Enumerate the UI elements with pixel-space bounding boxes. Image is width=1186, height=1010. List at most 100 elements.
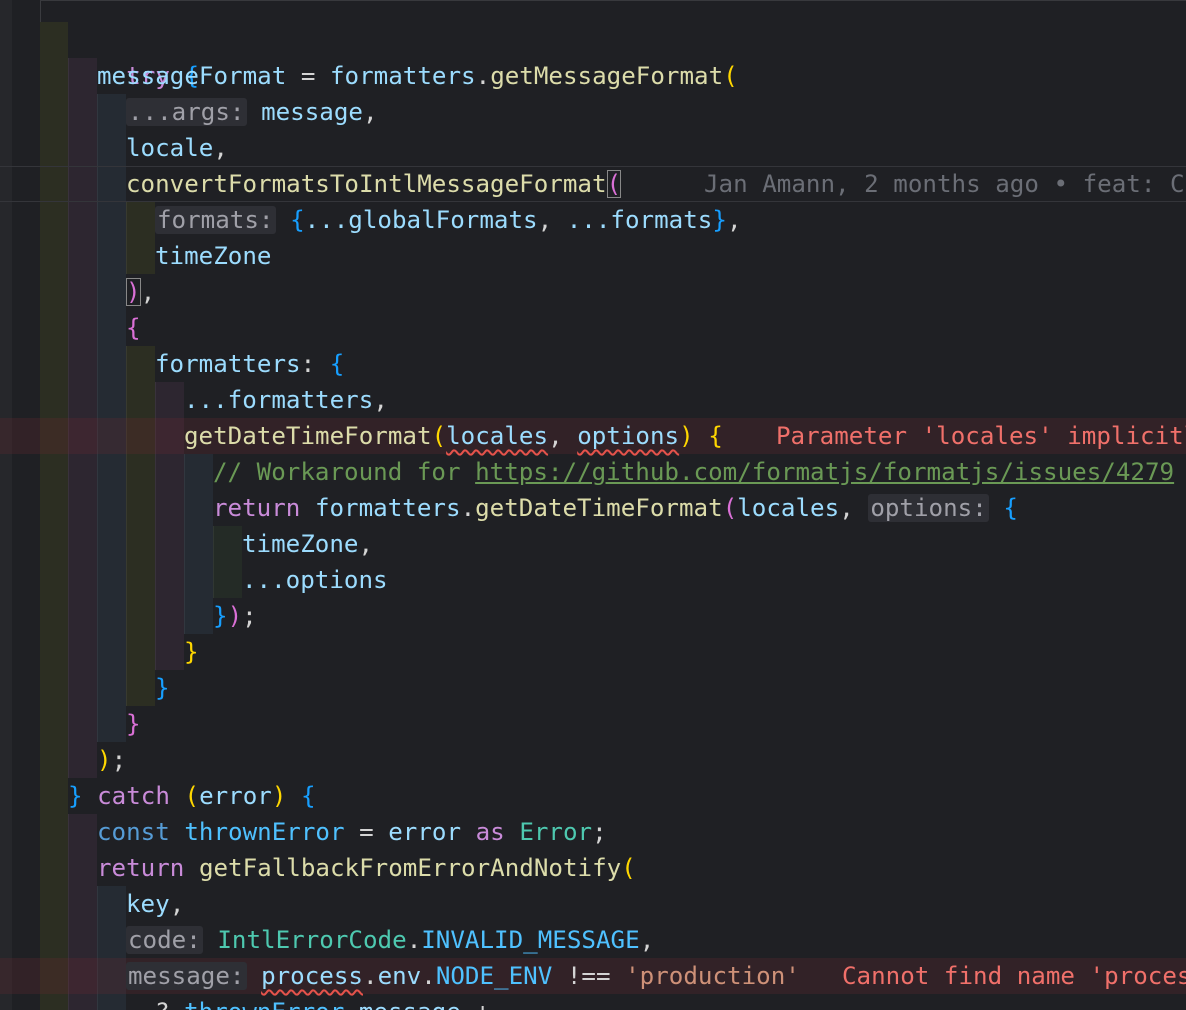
bracket: ( <box>606 170 622 198</box>
bracket: ( <box>431 422 447 450</box>
error-lens-message[interactable]: Cannot find name 'proces <box>842 958 1186 994</box>
code-line[interactable]: timeZone <box>155 238 272 274</box>
punctuation: , <box>169 890 185 918</box>
bracket: { <box>126 314 141 342</box>
code-line[interactable]: } <box>126 706 141 742</box>
constant: NODE_ENV <box>435 962 553 990</box>
code-line[interactable]: // Workaround for https://github.com/for… <box>213 454 1174 490</box>
bracket: ( <box>722 494 738 522</box>
punctuation: . <box>363 962 378 990</box>
code-line[interactable]: formats: {...globalFormats, ...formats}, <box>155 202 742 238</box>
punctuation: , <box>839 494 869 522</box>
constant: INVALID_MESSAGE <box>421 926 640 954</box>
bracket: { <box>301 782 316 810</box>
code-line[interactable]: } <box>155 670 170 706</box>
operator: ? <box>155 998 184 1010</box>
bracket: ) <box>126 278 141 306</box>
keyword: const <box>97 818 170 846</box>
punctuation: . <box>421 962 436 990</box>
code-line[interactable]: ...options <box>242 562 388 598</box>
bracket: } <box>126 710 141 738</box>
identifier: env <box>377 962 422 990</box>
code-line[interactable]: messageFormat = formatters.getMessageFor… <box>97 58 738 94</box>
keyword: return <box>213 494 301 522</box>
identifier: ...globalFormats <box>304 206 538 234</box>
identifier: ...formats <box>566 206 713 234</box>
code-line[interactable]: ...formatters, <box>184 382 388 418</box>
identifier: locale <box>126 134 214 162</box>
inlay-hint: options: <box>868 494 989 522</box>
operator: !== <box>552 962 626 990</box>
code-line[interactable]: } catch (error) { <box>68 778 316 814</box>
bracket: ) <box>271 782 287 810</box>
code-line[interactable]: return formatters.getDateTimeFormat(loca… <box>213 490 1018 526</box>
punctuation: , <box>373 386 388 414</box>
function-name: getDateTimeFormat <box>475 494 723 522</box>
comment: // Workaround for <box>213 458 476 486</box>
bracket: { <box>708 422 723 450</box>
string-literal: 'production' <box>625 962 800 990</box>
punctuation: ; <box>111 746 127 774</box>
identifier: formatters <box>314 494 461 522</box>
bracket: { <box>1003 494 1018 522</box>
code-line[interactable]: message: process.env.NODE_ENV !== 'produ… <box>126 958 800 994</box>
code-line[interactable]: { <box>126 310 141 346</box>
operator: = <box>344 818 389 846</box>
inlay-hint: ...args: <box>126 98 247 126</box>
punctuation: ; <box>242 602 257 630</box>
code-line[interactable]: ? thrownError.message + <box>155 994 490 1010</box>
identifier: key <box>126 890 170 918</box>
bracket: } <box>68 782 83 810</box>
punctuation: , <box>726 206 742 234</box>
code-line[interactable]: ), <box>126 274 155 310</box>
code-line[interactable]: }); <box>213 598 257 634</box>
editor-top-border <box>40 0 1186 1</box>
code-line[interactable]: return getFallbackFromErrorAndNotify( <box>97 850 636 886</box>
type-name: Error <box>519 818 593 846</box>
code-line[interactable]: timeZone, <box>242 526 373 562</box>
keyword: return <box>97 854 185 882</box>
identifier: formatters <box>330 62 476 90</box>
property: formatters <box>155 350 301 378</box>
identifier: timeZone <box>242 530 359 558</box>
code-line[interactable]: ); <box>97 742 126 778</box>
function-name: getFallbackFromErrorAndNotify <box>198 854 622 882</box>
bracket: } <box>712 206 727 234</box>
code-line[interactable]: formatters: { <box>155 346 344 382</box>
inlay-hint: code: <box>126 926 203 954</box>
comment-link[interactable]: https://github.com/formatjs/formatjs/iss… <box>475 458 1174 486</box>
indent-guide <box>213 526 242 598</box>
bracket: } <box>213 602 228 630</box>
bracket: { <box>290 206 305 234</box>
code-line[interactable]: getDateTimeFormat(locales, options) { <box>184 418 723 454</box>
code-editor[interactable]: try { messageFormat = formatters.getMess… <box>0 0 1186 1010</box>
indent-guide <box>126 346 155 706</box>
identifier: process <box>261 962 363 990</box>
code-line[interactable]: locale, <box>126 130 228 166</box>
identifier: thrownError <box>184 998 344 1010</box>
error-lens-message[interactable]: Parameter 'locales' implicitl <box>776 418 1186 454</box>
inlay-hint: message: <box>126 962 247 990</box>
punctuation: ; <box>592 818 607 846</box>
git-blame-annotation[interactable]: Jan Amann, 2 months ago • feat: Ca <box>704 166 1186 202</box>
keyword: as <box>475 818 505 846</box>
code-line[interactable]: convertFormatsToIntlMessageFormat( <box>126 166 622 202</box>
bracket: } <box>155 674 170 702</box>
identifier: message <box>261 98 363 126</box>
bracket: ( <box>723 62 738 90</box>
identifier: timeZone <box>155 242 272 270</box>
punctuation: : <box>300 350 330 378</box>
code-line[interactable]: code: IntlErrorCode.INVALID_MESSAGE, <box>126 922 654 958</box>
bracket: ) <box>97 746 112 774</box>
code-line[interactable]: ...args: message, <box>126 94 378 130</box>
code-line[interactable]: const thrownError = error as Error; <box>97 814 607 850</box>
parameter: locales <box>446 422 549 450</box>
code-line[interactable]: } <box>184 634 199 670</box>
code-line[interactable]: key, <box>126 886 184 922</box>
identifier: messageFormat <box>97 62 287 90</box>
punctuation: , <box>363 98 378 126</box>
code-line[interactable]: try { <box>68 22 199 90</box>
bracket: ( <box>184 782 200 810</box>
punctuation: , <box>639 926 655 954</box>
bracket: { <box>329 350 345 378</box>
